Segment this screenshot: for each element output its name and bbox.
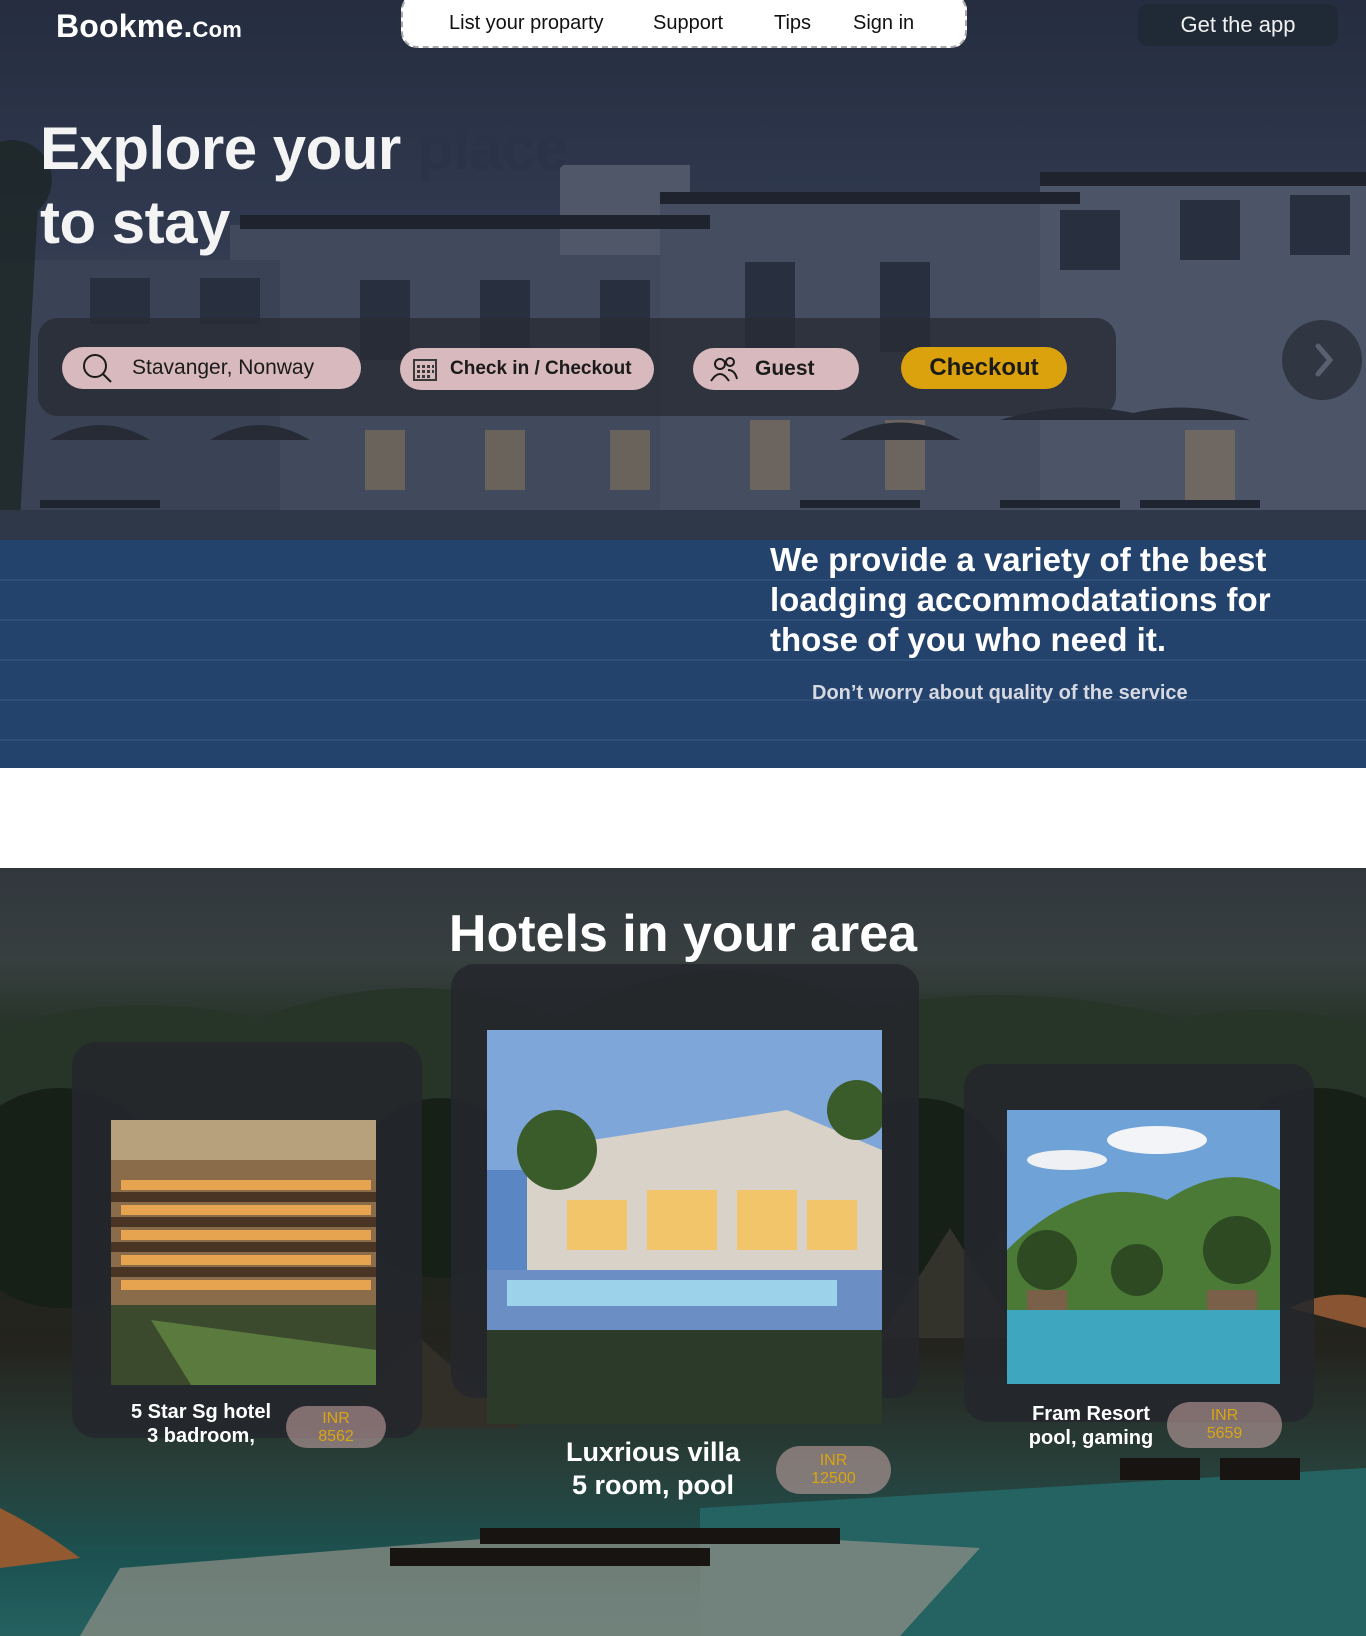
calendar-icon: [400, 355, 450, 383]
hotel-3-name: Fram Resort: [1032, 1403, 1150, 1425]
location-value: Stavanger, Nonway: [132, 356, 315, 379]
hotel-2-price: 12500: [811, 1470, 856, 1487]
hotel-photo-3[interactable]: [1007, 1110, 1280, 1384]
users-icon: [693, 354, 755, 384]
logo-suffix: Com: [192, 17, 243, 42]
headline-part-3: to stay: [40, 189, 230, 256]
hotels-title: Hotels in your area: [448, 905, 918, 963]
hotel-photo-2[interactable]: [487, 1030, 882, 1424]
guests-value: Guest: [755, 357, 815, 380]
hotels-section: Hotels in your area 5 Star Sg hotel 3 ba…: [0, 868, 1366, 1636]
nav-tips[interactable]: Tips: [774, 12, 811, 35]
checkout-button[interactable]: Checkout: [901, 347, 1067, 389]
search-icon: [62, 351, 132, 385]
brand-logo[interactable]: Bookme.Com: [56, 8, 242, 45]
hero-subtagline: Don’t worry about quality of the service: [812, 682, 1188, 704]
nav-sign-in[interactable]: Sign in: [853, 12, 914, 35]
hotel-3-currency: INR: [1210, 1407, 1239, 1424]
hotel-caption-3: Fram Resort pool, gaming: [1016, 1402, 1166, 1450]
hotel-2-details: 5 room, pool: [572, 1470, 734, 1500]
hero-tagline: We provide a variety of the best loadgin…: [770, 541, 1271, 658]
hotel-2-name: Luxrious villa: [565, 1437, 741, 1467]
hero-headline: Explore your place to stay: [40, 112, 568, 260]
hotel-1-price: 8562: [318, 1428, 354, 1445]
hotel-3-details: pool, gaming: [1028, 1427, 1154, 1449]
dates-value: Check in / Checkout: [450, 358, 632, 379]
hero-section: Bookme.Com List your proparty Support Ti…: [0, 0, 1366, 768]
get-app-button[interactable]: Get the app: [1138, 4, 1338, 46]
guests-field[interactable]: Guest: [693, 348, 859, 390]
hotel-3-price: 5659: [1206, 1425, 1243, 1442]
logo-main: Bookme.: [56, 8, 193, 44]
top-navigation: List your proparty Support Tips Sign in: [401, 0, 967, 48]
hotel-1-currency: INR: [322, 1410, 350, 1427]
nav-support[interactable]: Support: [653, 12, 723, 35]
hotel-1-price-badge[interactable]: INR 8562: [286, 1406, 386, 1448]
hotel-2-currency: INR: [819, 1452, 848, 1469]
hotel-1-details: 3 badroom,: [147, 1425, 255, 1447]
location-field[interactable]: Stavanger, Nonway: [62, 347, 361, 389]
hotel-2-price-badge[interactable]: INR 12500: [776, 1446, 891, 1494]
hotel-caption-1: 5 Star Sg hotel 3 badroom,: [120, 1400, 282, 1448]
nav-list-property[interactable]: List your proparty: [449, 12, 604, 35]
headline-part-1: Explore your: [40, 115, 401, 182]
headline-part-2: place: [416, 115, 568, 182]
dates-field[interactable]: Check in / Checkout: [400, 348, 654, 390]
hotel-1-name: 5 Star Sg hotel: [130, 1401, 272, 1423]
chevron-right-icon: [1315, 343, 1334, 377]
hotel-3-price-badge[interactable]: INR 5659: [1167, 1402, 1282, 1448]
next-slide-button[interactable]: [1282, 320, 1362, 400]
hotel-caption-2: Luxrious villa 5 room, pool: [548, 1436, 758, 1502]
hotel-photo-1[interactable]: [111, 1120, 376, 1385]
